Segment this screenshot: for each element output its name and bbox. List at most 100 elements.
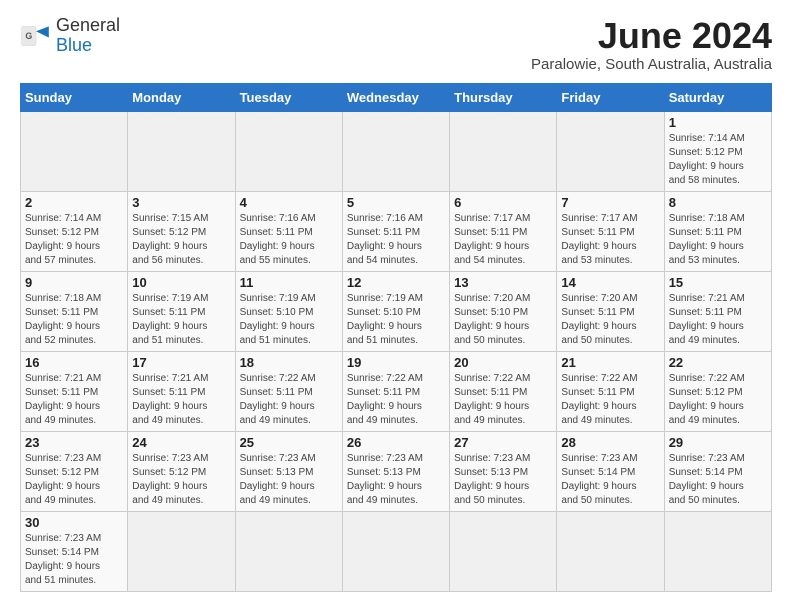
calendar-cell: 3 Sunrise: 7:15 AMSunset: 5:12 PMDaylight… <box>128 191 235 271</box>
day-info: Sunrise: 7:17 AMSunset: 5:11 PMDaylight:… <box>561 212 659 268</box>
calendar-cell: 4 Sunrise: 7:16 AMSunset: 5:11 PMDaylight… <box>235 191 342 271</box>
calendar-cell <box>342 111 449 191</box>
calendar-cell: 14Sunrise: 7:20 AMSunset: 5:11 PMDayligh… <box>557 271 664 351</box>
day-number: 15 <box>669 275 767 290</box>
calendar-cell: 12 Sunrise: 7:19 AMSunset: 5:10 PMDayligh… <box>342 271 449 351</box>
day-info: Sunrise: 7:23 AMSunset: 5:13 PMDaylight:… <box>454 452 552 508</box>
day-info: Sunrise: 7:18 AMSunset: 5:11 PMDaylight:… <box>669 212 767 268</box>
calendar-cell: 28Sunrise: 7:23 AMSunset: 5:14 PMDayligh… <box>557 431 664 511</box>
day-info: Sunrise: 7:23 AMSunset: 5:14 PMDaylight:… <box>25 532 123 588</box>
day-info: Sunrise: 7:22 AMSunset: 5:11 PMDaylight:… <box>347 372 445 428</box>
column-header-tuesday: Tuesday <box>235 83 342 111</box>
day-info: Sunrise: 7:23 AMSunset: 5:12 PMDaylight:… <box>25 452 123 508</box>
day-number: 6 <box>454 195 552 210</box>
day-info: Sunrise: 7:18 AMSunset: 5:11 PMDaylight:… <box>25 292 123 348</box>
column-header-wednesday: Wednesday <box>342 83 449 111</box>
calendar-cell: 26Sunrise: 7:23 AMSunset: 5:13 PMDayligh… <box>342 431 449 511</box>
day-number: 13 <box>454 275 552 290</box>
calendar-cell <box>450 111 557 191</box>
calendar-cell: 6 Sunrise: 7:17 AMSunset: 5:11 PMDaylight… <box>450 191 557 271</box>
calendar-cell <box>342 511 449 591</box>
day-info: Sunrise: 7:16 AMSunset: 5:11 PMDaylight:… <box>240 212 338 268</box>
day-info: Sunrise: 7:23 AMSunset: 5:14 PMDaylight:… <box>669 452 767 508</box>
day-number: 19 <box>347 355 445 370</box>
day-info: Sunrise: 7:19 AMSunset: 5:10 PMDaylight:… <box>240 292 338 348</box>
day-info: Sunrise: 7:23 AMSunset: 5:12 PMDaylight:… <box>132 452 230 508</box>
calendar-cell <box>21 111 128 191</box>
calendar-cell <box>128 511 235 591</box>
day-info: Sunrise: 7:19 AMSunset: 5:11 PMDaylight:… <box>132 292 230 348</box>
day-number: 4 <box>240 195 338 210</box>
day-number: 14 <box>561 275 659 290</box>
day-number: 3 <box>132 195 230 210</box>
day-info: Sunrise: 7:21 AMSunset: 5:11 PMDaylight:… <box>669 292 767 348</box>
day-number: 9 <box>25 275 123 290</box>
page-header: G General Blue June 2024 Paralowie, Sout… <box>20 16 772 73</box>
calendar-cell: 9 Sunrise: 7:18 AMSunset: 5:11 PMDaylight… <box>21 271 128 351</box>
day-info: Sunrise: 7:23 AMSunset: 5:13 PMDaylight:… <box>240 452 338 508</box>
calendar-cell: 8 Sunrise: 7:18 AMSunset: 5:11 PMDaylight… <box>664 191 771 271</box>
day-number: 20 <box>454 355 552 370</box>
logo-text: General Blue <box>56 16 120 56</box>
day-info: Sunrise: 7:20 AMSunset: 5:10 PMDaylight:… <box>454 292 552 348</box>
column-header-saturday: Saturday <box>664 83 771 111</box>
day-info: Sunrise: 7:19 AMSunset: 5:10 PMDaylight:… <box>347 292 445 348</box>
column-header-sunday: Sunday <box>21 83 128 111</box>
calendar-table: SundayMondayTuesdayWednesdayThursdayFrid… <box>20 83 772 592</box>
day-number: 23 <box>25 435 123 450</box>
calendar-cell: 18 Sunrise: 7:22 AMSunset: 5:11 PMDayligh… <box>235 351 342 431</box>
day-number: 30 <box>25 515 123 530</box>
day-info: Sunrise: 7:22 AMSunset: 5:11 PMDaylight:… <box>454 372 552 428</box>
day-info: Sunrise: 7:14 AMSunset: 5:12 PMDaylight:… <box>669 132 767 188</box>
day-number: 27 <box>454 435 552 450</box>
calendar-cell: 25 Sunrise: 7:23 AMSunset: 5:13 PMDayligh… <box>235 431 342 511</box>
day-number: 1 <box>669 115 767 130</box>
column-header-thursday: Thursday <box>450 83 557 111</box>
day-info: Sunrise: 7:22 AMSunset: 5:11 PMDaylight:… <box>240 372 338 428</box>
day-info: Sunrise: 7:21 AMSunset: 5:11 PMDaylight:… <box>25 372 123 428</box>
calendar-cell: 10 Sunrise: 7:19 AMSunset: 5:11 PMDayligh… <box>128 271 235 351</box>
day-number: 8 <box>669 195 767 210</box>
svg-text:G: G <box>25 31 32 41</box>
day-number: 25 <box>240 435 338 450</box>
day-number: 12 <box>347 275 445 290</box>
calendar-cell: 29Sunrise: 7:23 AMSunset: 5:14 PMDayligh… <box>664 431 771 511</box>
calendar-cell: 5Sunrise: 7:16 AMSunset: 5:11 PMDaylight… <box>342 191 449 271</box>
calendar-cell: 2Sunrise: 7:14 AMSunset: 5:12 PMDaylight… <box>21 191 128 271</box>
calendar-cell: 16 Sunrise: 7:21 AMSunset: 5:11 PMDayligh… <box>21 351 128 431</box>
calendar-cell: 27 Sunrise: 7:23 AMSunset: 5:13 PMDayligh… <box>450 431 557 511</box>
day-number: 10 <box>132 275 230 290</box>
day-info: Sunrise: 7:16 AMSunset: 5:11 PMDaylight:… <box>347 212 445 268</box>
column-header-friday: Friday <box>557 83 664 111</box>
calendar-cell: 30 Sunrise: 7:23 AMSunset: 5:14 PMDayligh… <box>21 511 128 591</box>
calendar-header-row: SundayMondayTuesdayWednesdayThursdayFrid… <box>21 83 772 111</box>
column-header-monday: Monday <box>128 83 235 111</box>
logo-line1: General <box>56 16 120 36</box>
day-info: Sunrise: 7:23 AMSunset: 5:14 PMDaylight:… <box>561 452 659 508</box>
calendar-cell <box>664 511 771 591</box>
day-number: 2 <box>25 195 123 210</box>
day-info: Sunrise: 7:15 AMSunset: 5:12 PMDaylight:… <box>132 212 230 268</box>
calendar-cell: 22Sunrise: 7:22 AMSunset: 5:12 PMDayligh… <box>664 351 771 431</box>
logo-line2: Blue <box>56 36 120 56</box>
title-section: June 2024 Paralowie, South Australia, Au… <box>531 16 772 73</box>
day-info: Sunrise: 7:17 AMSunset: 5:11 PMDaylight:… <box>454 212 552 268</box>
day-info: Sunrise: 7:21 AMSunset: 5:11 PMDaylight:… <box>132 372 230 428</box>
calendar-cell <box>235 111 342 191</box>
day-number: 16 <box>25 355 123 370</box>
calendar-cell: 1 Sunrise: 7:14 AMSunset: 5:12 PMDaylight… <box>664 111 771 191</box>
calendar-week-row: 9 Sunrise: 7:18 AMSunset: 5:11 PMDaylight… <box>21 271 772 351</box>
day-number: 18 <box>240 355 338 370</box>
calendar-cell: 21Sunrise: 7:22 AMSunset: 5:11 PMDayligh… <box>557 351 664 431</box>
calendar-cell: 19 Sunrise: 7:22 AMSunset: 5:11 PMDayligh… <box>342 351 449 431</box>
day-number: 17 <box>132 355 230 370</box>
calendar-cell: 7Sunrise: 7:17 AMSunset: 5:11 PMDaylight… <box>557 191 664 271</box>
calendar-week-row: 1 Sunrise: 7:14 AMSunset: 5:12 PMDaylight… <box>21 111 772 191</box>
calendar-cell: 11Sunrise: 7:19 AMSunset: 5:10 PMDayligh… <box>235 271 342 351</box>
calendar-week-row: 23 Sunrise: 7:23 AMSunset: 5:12 PMDayligh… <box>21 431 772 511</box>
day-info: Sunrise: 7:22 AMSunset: 5:11 PMDaylight:… <box>561 372 659 428</box>
day-number: 22 <box>669 355 767 370</box>
logo: G General Blue <box>20 16 120 56</box>
calendar-week-row: 30 Sunrise: 7:23 AMSunset: 5:14 PMDayligh… <box>21 511 772 591</box>
calendar-cell: 23 Sunrise: 7:23 AMSunset: 5:12 PMDayligh… <box>21 431 128 511</box>
